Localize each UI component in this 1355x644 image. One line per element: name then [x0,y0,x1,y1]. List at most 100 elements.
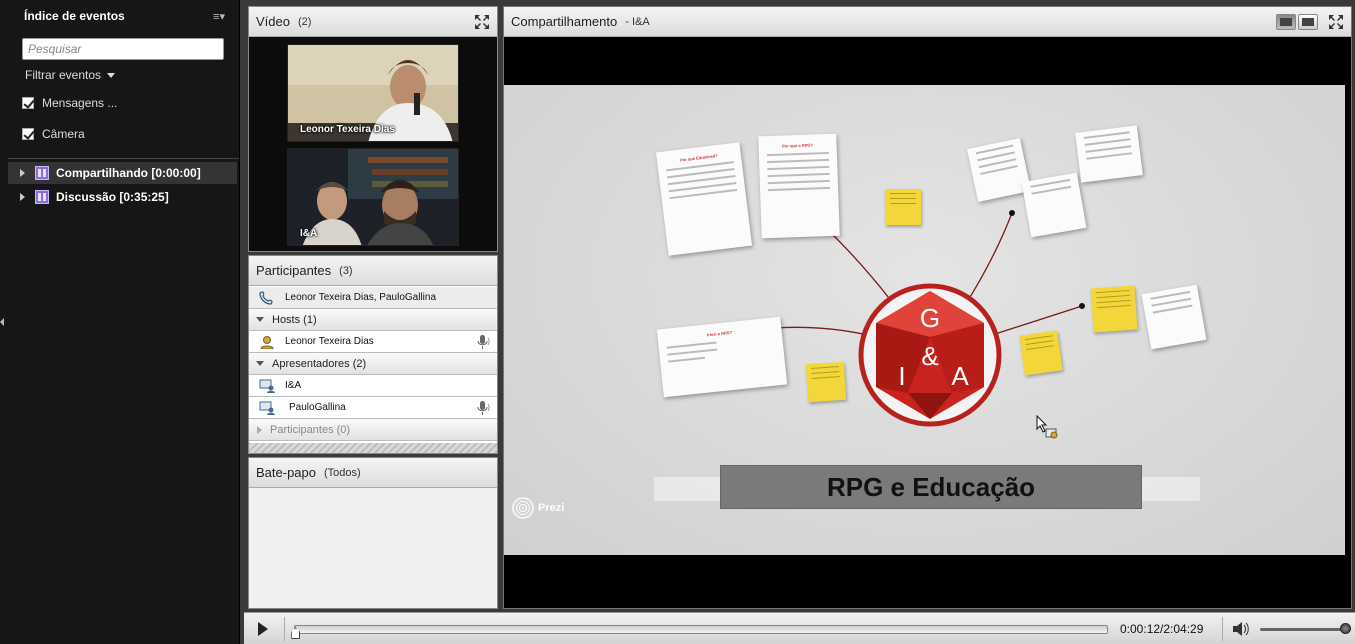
slide-card: Por que Eduhimed? [655,142,753,256]
chevron-down-icon[interactable] [256,361,264,366]
sticky-note [1090,285,1138,333]
card-title: Prezi o RPG? [706,329,733,338]
share-stage: Por que Eduhimed? Por que o RPG? Prezi o… [504,37,1351,608]
group-participants-label: Participantes (0) [270,423,351,436]
volume-icon[interactable] [1232,621,1250,637]
filter-camera[interactable]: Câmera [22,127,85,141]
fullscreen-icon[interactable] [1328,14,1344,30]
chat-messages [249,488,497,608]
participants-pod-header: Participantes (3) [249,256,497,286]
video-pod: Vídeo (2) Leonor Texeira Dias I&A [248,6,498,252]
view-mode-toggle [1276,13,1318,30]
sticky-note [885,189,921,225]
participant-name: PauloGallina [289,402,346,413]
play-icon[interactable] [258,622,268,636]
camera-feed-name: I&A [300,228,318,239]
camera-feed-1[interactable]: Leonor Texeira Dias [287,44,459,142]
chevron-right-icon[interactable] [257,425,262,434]
filter-messages[interactable]: Mensagens ... [22,96,117,110]
sticky-note [1019,330,1063,376]
microphone-icon [477,335,490,349]
search-input[interactable] [22,38,224,60]
event-item-label: Compartilhando [0:00:00] [56,166,201,180]
participants-count: (3) [339,264,353,277]
participant-name: I&A [285,380,302,391]
group-hosts[interactable]: Hosts (1) [249,309,497,331]
fullscreen-icon[interactable] [474,14,490,30]
share-presenter: - I&A [625,15,650,28]
filter-camera-label: Câmera [42,127,85,141]
volume-slider[interactable] [1260,628,1346,631]
audio-participants-label: Leonor Texeira Dias, PauloGallina [285,292,437,303]
participant-row[interactable]: I&A [249,375,497,397]
card-title: Por que o RPG? [782,142,813,149]
divider [1222,617,1223,641]
chat-pod-header: Bate-papo (Todos) [249,458,497,488]
event-item-discussion[interactable]: Discussão [0:35:25] [8,186,237,208]
camera-feed-name: Leonor Texeira Dias [300,124,395,135]
seek-bar[interactable] [294,625,1108,634]
presenter-icon [259,401,275,415]
video-pod-title: Vídeo [256,14,290,29]
host-icon [260,335,274,349]
panel-menu-icon[interactable]: ≡▾ [213,10,225,23]
filter-events-label: Filtrar eventos [25,68,102,82]
participant-row[interactable]: Leonor Texeira Dias [249,331,497,353]
camera-checkbox[interactable] [22,128,34,140]
messages-checkbox[interactable] [22,97,34,109]
prezi-slide: Por que Eduhimed? Por que o RPG? Prezi o… [504,85,1345,555]
filter-events-dropdown[interactable]: Filtrar eventos [25,68,116,82]
actual-size-icon[interactable] [1298,13,1318,30]
slide-card [1075,125,1143,183]
tape-decoration [654,477,724,501]
prezi-label: Prezi [538,502,565,514]
volume-knob[interactable] [1340,623,1351,634]
slide-card [1021,172,1087,238]
group-hosts-label: Hosts (1) [272,313,317,326]
logo-letter-g: G [920,303,940,333]
camera-feed-2[interactable]: I&A [287,148,459,246]
group-participants[interactable]: Participantes (0) [249,419,497,441]
event-pod-icon [35,190,49,204]
fit-view-icon[interactable] [1276,13,1296,30]
participants-pod-title: Participantes [256,263,332,278]
microphone-icon [477,401,490,415]
presenter-cursor-icon [1036,415,1058,439]
collapse-panel-icon[interactable] [0,318,4,326]
event-pod-icon [35,166,49,180]
divider [8,158,239,159]
participants-pod: Participantes (3) Leonor Texeira Dias, P… [248,255,498,454]
share-pod-header: Compartilhamento - I&A [504,7,1351,37]
prezi-logo-icon [512,497,534,519]
event-index-panel: Índice de eventos ≡▾ Filtrar eventos Men… [0,0,240,644]
filter-messages-label: Mensagens ... [42,96,118,110]
event-item-sharing[interactable]: Compartilhando [0:00:00] [8,162,237,184]
expand-arrow-icon[interactable] [20,169,25,177]
presenter-icon [259,379,275,393]
event-index-header: Índice de eventos ≡▾ [0,0,239,32]
chat-scope: (Todos) [324,466,361,479]
resize-grip[interactable] [249,443,497,453]
chat-pod-title: Bate-papo [256,465,316,480]
video-pod-count: (2) [297,15,312,28]
share-pod-title: Compartilhamento [511,14,618,29]
slide-title-banner: RPG e Educação [720,465,1142,509]
group-presenters[interactable]: Apresentadores (2) [249,353,497,375]
logo-letter-i: I [898,361,905,391]
slide-card [966,137,1032,203]
recording-player: Índice de eventos ≡▾ Filtrar eventos Men… [0,0,1355,644]
logo-letter-a: A [951,361,969,391]
chevron-down-icon[interactable] [256,317,264,322]
logo-letter-amp: & [921,341,938,371]
expand-arrow-icon[interactable] [20,193,25,201]
participant-name: Leonor Texeira Dias [285,336,374,347]
phone-icon [259,290,273,305]
audio-conference-row[interactable]: Leonor Texeira Dias, PauloGallina [249,287,497,309]
ia-logo: G & I A [858,283,1002,427]
chat-pod: Bate-papo (Todos) [248,457,498,609]
group-presenters-label: Apresentadores (2) [272,357,367,370]
participant-row[interactable]: PauloGallina [249,397,497,419]
sticky-note [805,361,847,403]
playback-time: 0:00:12/2:04:29 [1120,622,1204,636]
video-pod-header: Vídeo (2) [249,7,497,37]
